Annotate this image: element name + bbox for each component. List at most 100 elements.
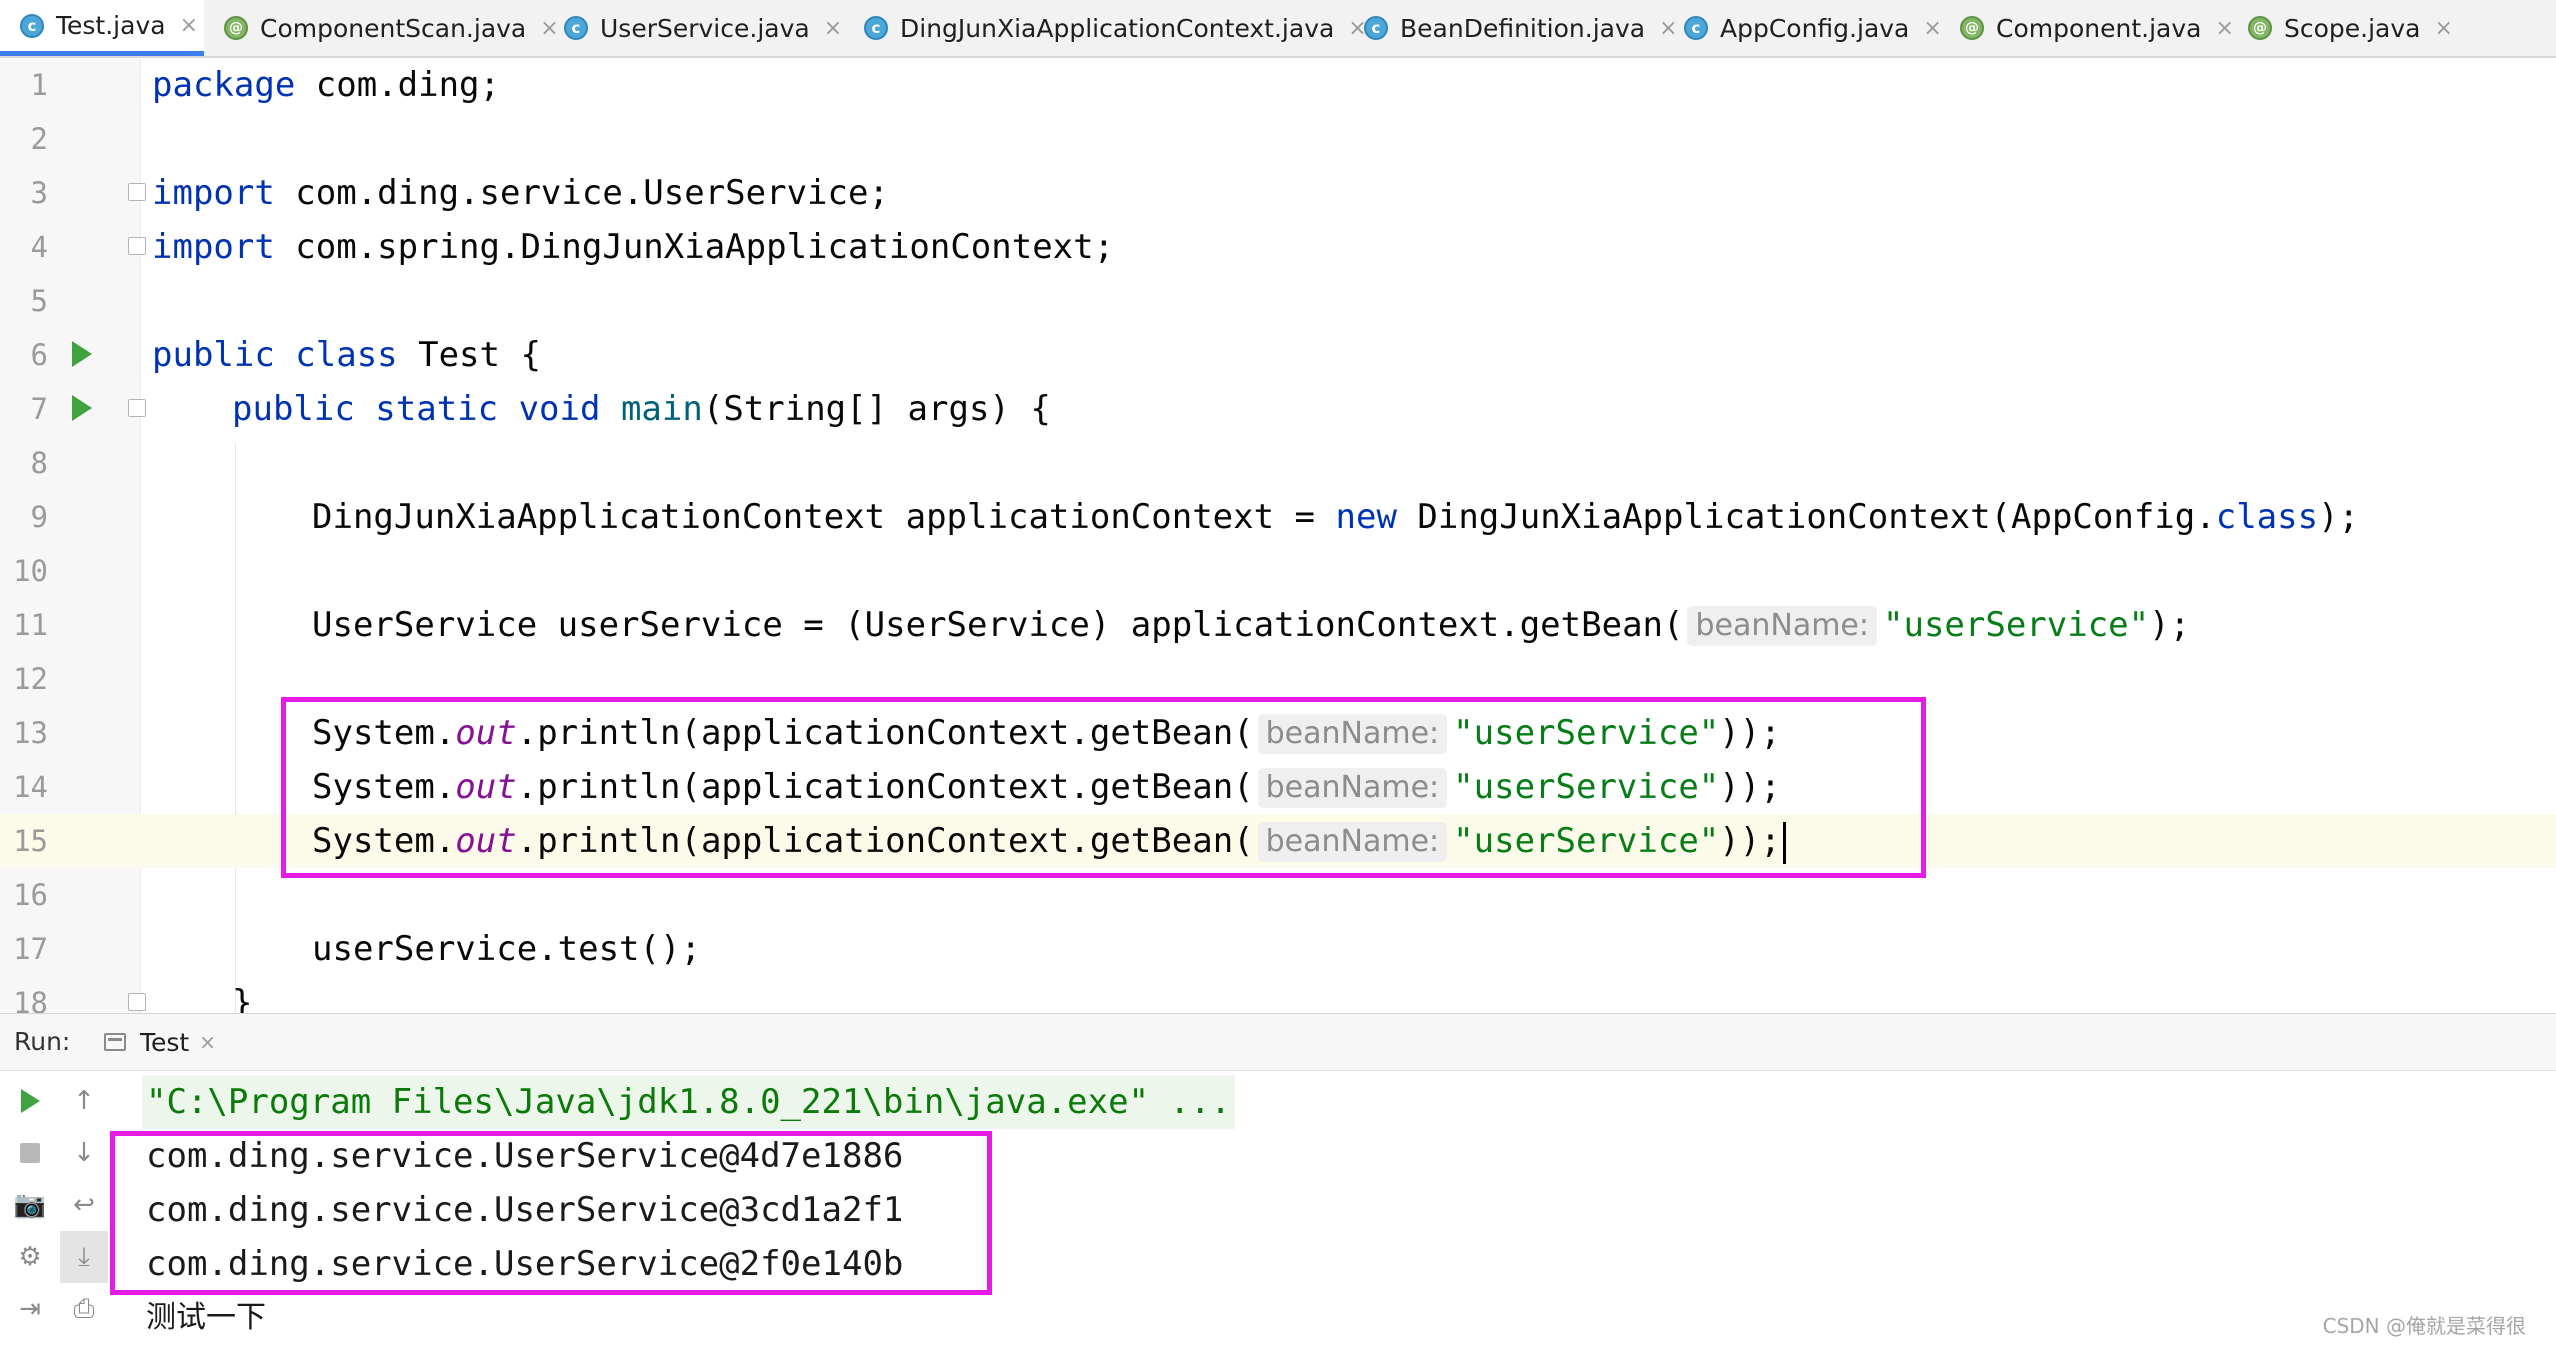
tab-label: Test.java [56, 11, 166, 40]
class-icon: c [1684, 16, 1708, 40]
line-number: 14 [13, 770, 48, 804]
console-output-line: 测试一下 [146, 1300, 266, 1335]
scroll-up-button[interactable]: ↑ [60, 1075, 108, 1127]
code-editor[interactable]: 1 package com.ding; 2 3 import com.ding.… [0, 58, 2556, 1013]
line-number: 4 [30, 230, 48, 264]
close-icon[interactable]: × [824, 16, 842, 41]
stop-icon [20, 1143, 40, 1163]
line-number: 11 [13, 608, 48, 642]
code-line: 4 import com.spring.DingJunXiaApplicatio… [0, 220, 2556, 274]
run-main-icon[interactable] [72, 395, 92, 421]
code-line: 2 [0, 112, 2556, 166]
code-line: 3 import com.ding.service.UserService; [0, 166, 2556, 220]
class-icon: c [1364, 16, 1388, 40]
scroll-end-icon: ⤓ [78, 1241, 90, 1272]
close-icon[interactable]: × [199, 1030, 216, 1054]
class-icon: c [864, 16, 888, 40]
tab-dingjunxiaapplicationcontext-java[interactable]: c DingJunXiaApplicationContext.java × [844, 0, 1367, 56]
run-panel-header: Run: Test × [0, 1013, 2556, 1071]
print-button[interactable]: ⎙ [60, 1283, 108, 1335]
run-label: Run: [14, 1027, 71, 1056]
tab-label: Component.java [1996, 13, 2202, 43]
tab-label: ComponentScan.java [260, 13, 527, 43]
console-command-line: "C:\Program Files\Java\jdk1.8.0_221\bin\… [142, 1075, 1235, 1129]
dump-threads-button[interactable]: 📷 [0, 1179, 60, 1231]
run-toolbar-primary: 📷 ⚙ ⇥ [0, 1071, 60, 1349]
code-line: 6 public class Test { [0, 328, 2556, 382]
line-number: 15 [13, 824, 48, 858]
code-text: package com.ding; [152, 65, 500, 105]
class-icon: c [20, 13, 44, 38]
rerun-button[interactable] [0, 1075, 60, 1127]
settings-button[interactable]: ⚙ [0, 1231, 60, 1283]
line-number: 16 [13, 878, 48, 912]
line-number: 12 [13, 662, 48, 696]
class-icon: c [564, 16, 588, 40]
code-text: } [232, 983, 253, 1013]
code-line: 1 package com.ding; [0, 58, 2556, 112]
exit-button[interactable]: ⇥ [0, 1283, 60, 1335]
arrow-up-icon: ↑ [73, 1086, 95, 1116]
code-line: 5 [0, 274, 2556, 328]
line-number: 7 [30, 392, 48, 426]
exit-icon: ⇥ [19, 1294, 41, 1324]
annotation-icon: @ [2248, 16, 2272, 40]
code-text: public static void main(String[] args) { [232, 389, 1051, 429]
tab-label: Scope.java [2284, 13, 2421, 43]
run-console: 📷 ⚙ ⇥ ↑ ↓ ↩ ⤓ ⎙ "C:\Program Files\Java\j… [0, 1071, 2556, 1349]
code-line: 7 public static void main(String[] args)… [0, 382, 2556, 436]
watermark: CSDN @俺就是菜得很 [2322, 1314, 2526, 1338]
close-icon[interactable]: × [2435, 16, 2453, 41]
fold-icon[interactable] [128, 183, 146, 201]
line-number: 10 [13, 554, 48, 588]
printer-icon: ⎙ [73, 1293, 95, 1324]
line-number: 3 [30, 176, 48, 210]
soft-wrap-button[interactable]: ↩ [60, 1179, 108, 1231]
run-class-icon[interactable] [72, 341, 92, 367]
line-number: 8 [30, 446, 48, 480]
tab-label: DingJunXiaApplicationContext.java [900, 13, 1335, 43]
tab-test-java[interactable]: c Test.java × [0, 0, 204, 56]
highlight-box [281, 697, 1926, 878]
parameter-hint: beanName: [1687, 606, 1877, 646]
fold-icon[interactable] [128, 399, 146, 417]
tab-component-java[interactable]: @ Component.java × [1940, 0, 2234, 56]
arrow-down-icon: ↓ [73, 1138, 95, 1168]
scroll-to-end-button[interactable]: ⤓ [60, 1231, 108, 1283]
line-number: 17 [13, 932, 48, 966]
tab-label: UserService.java [600, 13, 810, 43]
line-number: 1 [30, 68, 48, 102]
tab-appconfig-java[interactable]: c AppConfig.java × [1664, 0, 1942, 56]
fold-icon[interactable] [128, 237, 146, 255]
tab-scope-java[interactable]: @ Scope.java × [2228, 0, 2468, 56]
fold-icon[interactable] [128, 993, 146, 1011]
close-icon[interactable]: × [180, 13, 198, 38]
run-config-icon [104, 1033, 126, 1051]
line-number: 18 [13, 986, 48, 1013]
line-number: 6 [30, 338, 48, 372]
code-text: import com.ding.service.UserService; [152, 173, 889, 213]
tab-beandefinition-java[interactable]: c BeanDefinition.java × [1344, 0, 1678, 56]
run-tab-test[interactable]: Test × [104, 1014, 216, 1070]
gear-icon: ⚙ [18, 1242, 42, 1272]
camera-icon: 📷 [13, 1190, 47, 1220]
line-number: 13 [13, 716, 48, 750]
tab-componentscan-java[interactable]: @ ComponentScan.java × [204, 0, 559, 56]
editor-tab-bar: c Test.java × @ ComponentScan.java × c U… [0, 0, 2556, 58]
tab-userservice-java[interactable]: c UserService.java × [544, 0, 844, 56]
annotation-icon: @ [1960, 16, 1984, 40]
line-number: 5 [30, 284, 48, 318]
code-text: UserService userService = (UserService) … [312, 605, 2191, 646]
line-number: 2 [30, 122, 48, 156]
code-text: import com.spring.DingJunXiaApplicationC… [152, 227, 1115, 267]
stop-button[interactable] [0, 1127, 60, 1179]
wrap-icon: ↩ [73, 1190, 95, 1220]
code-line: 8 [0, 436, 2556, 490]
scroll-down-button[interactable]: ↓ [60, 1127, 108, 1179]
play-icon [20, 1089, 40, 1113]
tab-label: BeanDefinition.java [1400, 13, 1646, 43]
code-text: public class Test { [152, 335, 541, 375]
highlight-box [110, 1131, 992, 1295]
run-toolbar-secondary: ↑ ↓ ↩ ⤓ ⎙ [60, 1071, 108, 1349]
code-line: 17 userService.test(); [0, 922, 2556, 976]
